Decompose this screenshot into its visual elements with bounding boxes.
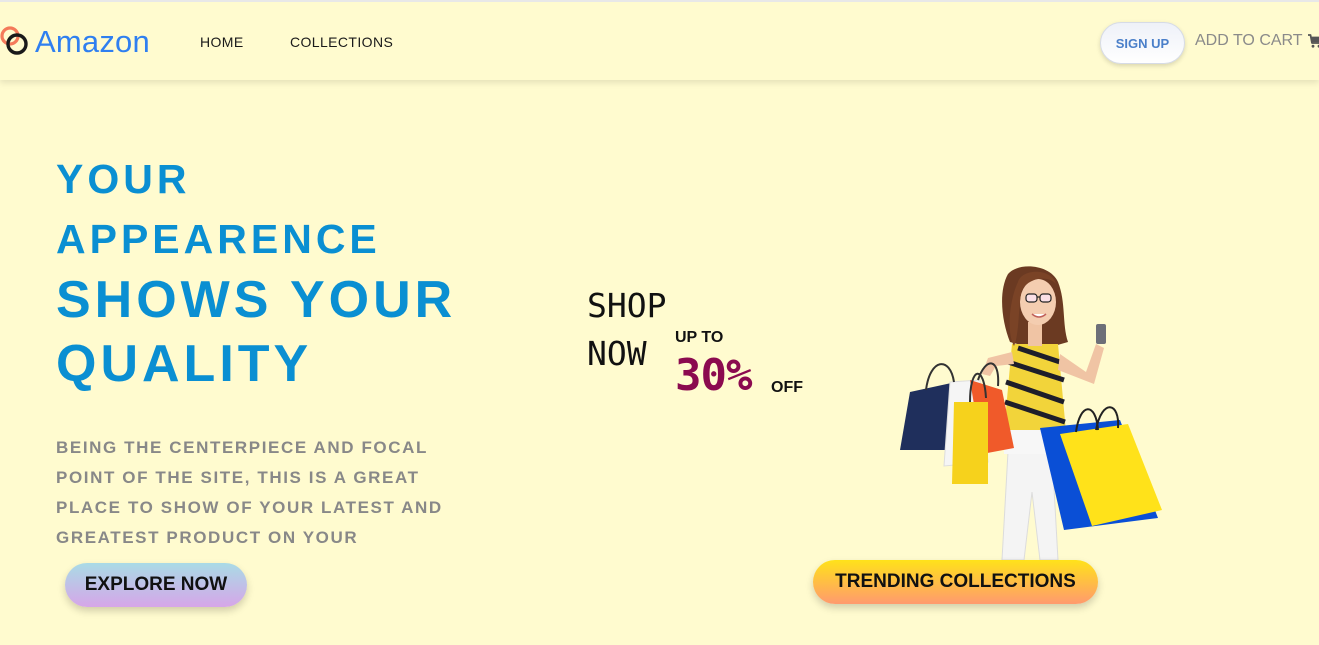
brand[interactable]: Amazon	[0, 22, 150, 62]
shopping-cart-icon	[1307, 34, 1319, 48]
promo-now-text: NOW	[587, 334, 647, 373]
add-to-cart-link[interactable]: ADD TO CART	[1195, 32, 1319, 50]
trending-collections-button[interactable]: TRENDING COLLECTIONS	[813, 560, 1098, 604]
hero-description-line-4: GREATEST PRODUCT ON YOUR	[56, 528, 359, 547]
promo-discount-percent: 30%	[675, 350, 752, 401]
nav-collections-link[interactable]: COLLECTIONS	[290, 34, 393, 50]
hero-headline-line-4: QUALITY	[56, 335, 313, 393]
hero-description-line-1: BEING THE CENTERPIECE AND FOCAL	[56, 438, 428, 457]
promo-shop-text: SHOP	[587, 286, 667, 325]
brand-logo-icon	[0, 26, 28, 55]
promo-off-text: OFF	[771, 379, 803, 396]
navbar: Amazon HOME COLLECTIONS SIGN UP ADD TO C…	[0, 0, 1319, 80]
hero-headline-line-1: YOUR	[56, 156, 191, 202]
brand-name: Amazon	[35, 24, 150, 59]
explore-now-button[interactable]: EXPLORE NOW	[65, 563, 247, 607]
hero-description-line-2: POINT OF THE SITE, THIS IS A GREAT	[56, 468, 420, 487]
hero-description-line-3: PLACE TO SHOW OF YOUR LATEST AND	[56, 498, 443, 517]
signup-button[interactable]: SIGN UP	[1100, 22, 1185, 64]
add-to-cart-label: ADD TO CART	[1195, 32, 1303, 49]
promo-up-to-text: UP TO	[675, 329, 724, 346]
woman-with-shopping-bags-image	[900, 266, 1162, 561]
hero-headline-line-3: SHOWS YOUR	[56, 271, 457, 329]
hero-headline-line-2: APPEARENCE	[56, 216, 381, 262]
nav-home-link[interactable]: HOME	[200, 34, 244, 50]
